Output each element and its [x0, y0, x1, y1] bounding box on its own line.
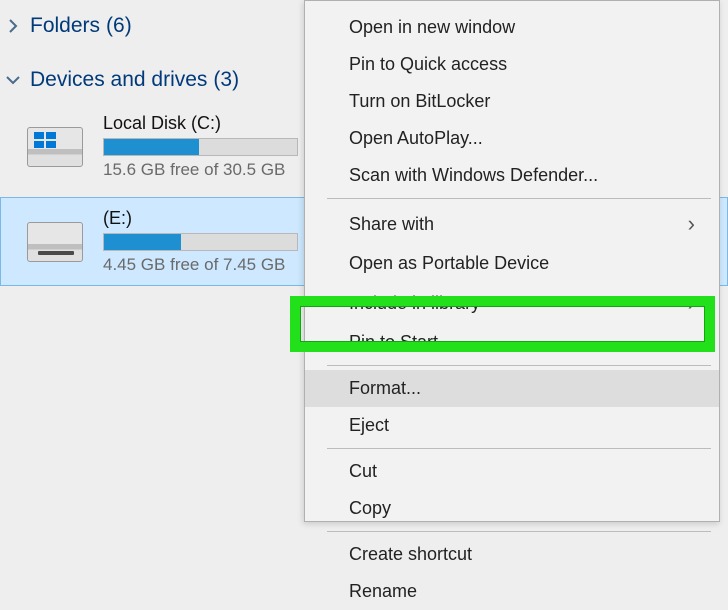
menu-label: Turn on BitLocker [349, 91, 490, 112]
menu-label: Scan with Windows Defender... [349, 165, 598, 186]
menu-label: Open as Portable Device [349, 253, 549, 274]
menu-open-autoplay[interactable]: Open AutoPlay... [305, 120, 719, 157]
menu-label: Share with [349, 214, 434, 235]
menu-separator [327, 365, 711, 366]
menu-separator [327, 198, 711, 199]
drive-name: (E:) [103, 208, 298, 229]
drive-free-text: 4.45 GB free of 7.45 GB [103, 255, 298, 275]
menu-label: Rename [349, 581, 417, 602]
folders-section-label: Folders [30, 14, 100, 38]
drive-usage-bar [103, 138, 298, 156]
menu-cut[interactable]: Cut [305, 453, 719, 490]
context-menu: Open in new window Pin to Quick access T… [304, 0, 720, 522]
drive-usage-bar [103, 233, 298, 251]
menu-share-with[interactable]: Share with › [305, 203, 719, 245]
chevron-down-icon [6, 73, 20, 87]
menu-label: Eject [349, 415, 389, 436]
menu-label: Copy [349, 498, 391, 519]
menu-format[interactable]: Format... [305, 370, 719, 407]
menu-include-in-library[interactable]: Include in library › [305, 282, 719, 324]
menu-separator [327, 531, 711, 532]
menu-label: Pin to Start [349, 332, 438, 353]
menu-label: Include in library [349, 293, 480, 314]
folders-section-count: (6) [106, 14, 132, 38]
menu-open-new-window[interactable]: Open in new window [305, 9, 719, 46]
menu-eject[interactable]: Eject [305, 407, 719, 444]
menu-copy[interactable]: Copy [305, 490, 719, 527]
drive-icon [27, 127, 83, 167]
menu-scan-defender[interactable]: Scan with Windows Defender... [305, 157, 719, 194]
drives-section-label: Devices and drives [30, 68, 207, 92]
chevron-right-icon [6, 19, 20, 33]
menu-label: Open AutoPlay... [349, 128, 483, 149]
menu-rename[interactable]: Rename [305, 573, 719, 610]
drive-name: Local Disk (C:) [103, 113, 298, 134]
menu-label: Pin to Quick access [349, 54, 507, 75]
menu-turn-on-bitlocker[interactable]: Turn on BitLocker [305, 83, 719, 120]
menu-label: Open in new window [349, 17, 515, 38]
menu-separator [327, 448, 711, 449]
drive-icon [27, 222, 83, 262]
drives-section-count: (3) [213, 68, 239, 92]
chevron-right-icon: › [688, 290, 695, 316]
menu-create-shortcut[interactable]: Create shortcut [305, 536, 719, 573]
menu-label: Format... [349, 378, 421, 399]
chevron-right-icon: › [688, 211, 695, 237]
drive-free-text: 15.6 GB free of 30.5 GB [103, 160, 298, 180]
menu-pin-to-start[interactable]: Pin to Start [305, 324, 719, 361]
menu-label: Cut [349, 461, 377, 482]
menu-pin-quick-access[interactable]: Pin to Quick access [305, 46, 719, 83]
menu-open-portable-device[interactable]: Open as Portable Device [305, 245, 719, 282]
menu-label: Create shortcut [349, 544, 472, 565]
